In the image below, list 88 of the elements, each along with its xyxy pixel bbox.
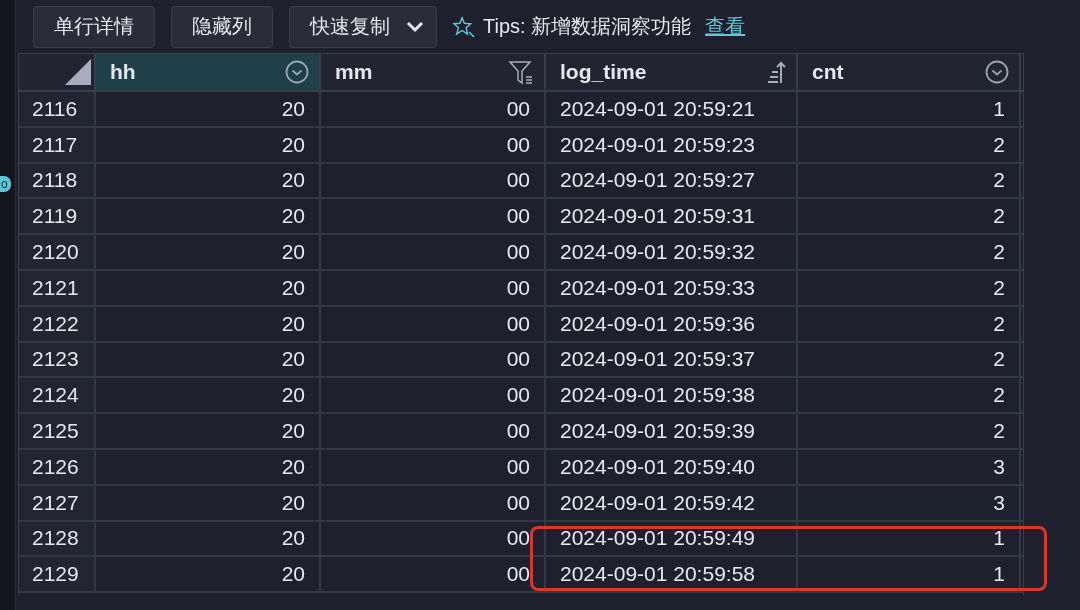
table-cell: 20 — [281, 132, 305, 157]
row-number: 2125 — [32, 419, 79, 444]
row-number: 2122 — [32, 311, 79, 336]
table-cell: 1 — [993, 526, 1005, 551]
table-cell: 00 — [506, 96, 530, 121]
chevron-circle-icon[interactable] — [285, 60, 309, 84]
table-cell: 2 — [993, 275, 1005, 300]
row-number: 2123 — [32, 347, 79, 372]
column-header[interactable]: mm — [321, 54, 546, 90]
table-cell: 20 — [281, 168, 305, 193]
row-number: 2124 — [32, 383, 79, 408]
row-number: 2116 — [32, 96, 78, 121]
row-number: 2119 — [32, 204, 78, 229]
table-cell: 20 — [281, 562, 305, 587]
table-cell: 2024-09-01 20:59:21 — [560, 96, 755, 121]
toolbar-button[interactable]: 隐藏列 — [171, 5, 273, 48]
row-number: 2118 — [32, 168, 78, 193]
table-cell: 2024-09-01 20:59:32 — [560, 240, 755, 265]
view-link[interactable]: 查看 — [705, 13, 746, 40]
table-cell: 00 — [506, 490, 530, 515]
table-cell: 20 — [281, 204, 305, 229]
column-header[interactable] — [19, 54, 96, 90]
table-cell: 20 — [281, 240, 305, 265]
row-number: 2120 — [32, 240, 79, 265]
table-cell: 00 — [506, 168, 530, 193]
table-cell: 00 — [506, 275, 530, 300]
table-cell: 2024-09-01 20:59:38 — [560, 383, 755, 408]
side-badge[interactable]: o — [0, 176, 11, 192]
row-number: 2129 — [32, 562, 79, 587]
table-cell: 20 — [281, 275, 305, 300]
table-cell: 00 — [506, 419, 530, 444]
table-cell: 20 — [281, 96, 305, 121]
table-cell: 2024-09-01 20:59:37 — [560, 347, 755, 372]
sort-icon[interactable] — [766, 60, 786, 84]
table-cell: 2024-09-01 20:59:39 — [560, 419, 755, 444]
filter-icon[interactable] — [508, 59, 534, 85]
table-cell: 20 — [281, 490, 305, 515]
table-cell: 00 — [506, 347, 530, 372]
table-cell: 00 — [506, 204, 530, 229]
table-cell: 2 — [993, 204, 1005, 229]
copy-dropdown[interactable]: 快速复制 — [289, 5, 437, 48]
table-cell: 2 — [993, 240, 1005, 265]
table-cell: 20 — [281, 526, 305, 551]
select-all-icon[interactable] — [65, 59, 91, 85]
row-number: 2117 — [32, 132, 78, 157]
table-cell: 2024-09-01 20:59:49 — [560, 526, 755, 551]
table-cell: 00 — [506, 311, 530, 336]
table-cell: 2024-09-01 20:59:23 — [560, 132, 755, 157]
table-cell: 3 — [993, 454, 1005, 479]
table-cell: 20 — [281, 383, 305, 408]
row-number: 2121 — [32, 275, 79, 300]
column-header[interactable]: log_time — [546, 54, 798, 90]
table-cell: 20 — [281, 347, 305, 372]
chevron-circle-icon[interactable] — [985, 60, 1009, 84]
table-cell: 2024-09-01 20:59:31 — [560, 204, 755, 229]
table-cell: 1 — [993, 96, 1005, 121]
table-cell: 2024-09-01 20:59:27 — [560, 168, 755, 193]
row-number: 2128 — [32, 526, 79, 551]
table-cell: 20 — [281, 454, 305, 479]
table-cell: 1 — [993, 562, 1005, 587]
table-cell: 00 — [506, 132, 530, 157]
table-cell: 00 — [506, 454, 530, 479]
table-cell: 2024-09-01 20:59:58 — [560, 562, 755, 587]
chevron-down-icon — [406, 20, 424, 33]
table-cell: 2 — [993, 311, 1005, 336]
column-header[interactable]: cnt — [798, 54, 1021, 90]
table-cell: 00 — [506, 383, 530, 408]
row-number: 2126 — [32, 454, 79, 479]
table-cell: 20 — [281, 419, 305, 444]
table-cell: 2024-09-01 20:59:40 — [560, 454, 755, 479]
table-cell: 00 — [506, 562, 530, 587]
table-cell: 3 — [993, 490, 1005, 515]
table-cell: 00 — [506, 526, 530, 551]
table-cell: 2024-09-01 20:59:33 — [560, 275, 755, 300]
table-cell: 2024-09-01 20:59:42 — [560, 490, 755, 515]
column-header[interactable]: hh — [96, 54, 321, 90]
table-cell: 2 — [993, 419, 1005, 444]
table-cell: 20 — [281, 311, 305, 336]
toolbar-button[interactable]: 单行详情 — [33, 5, 155, 48]
table-cell: 2 — [993, 168, 1005, 193]
table-cell: 2 — [993, 347, 1005, 372]
tips-text: Tips: 新增数据洞察功能 — [483, 14, 692, 39]
sparkle-icon — [453, 15, 475, 38]
table-cell: 2 — [993, 383, 1005, 408]
row-number: 2127 — [32, 490, 79, 515]
table-cell: 2 — [993, 132, 1005, 157]
table-cell: 00 — [506, 240, 530, 265]
table-cell: 2024-09-01 20:59:36 — [560, 311, 755, 336]
